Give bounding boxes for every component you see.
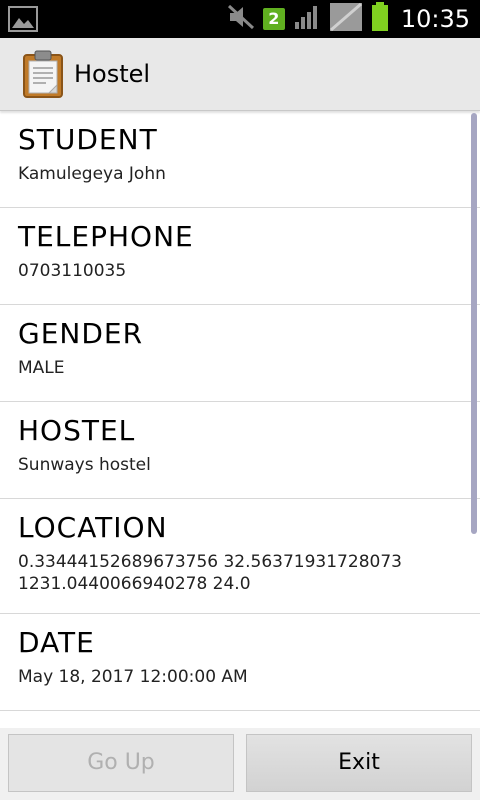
detail-list[interactable]: STUDENT Kamulegeya John TELEPHONE 070311…	[0, 111, 480, 728]
battery-icon	[371, 2, 389, 36]
field-value: 0.33444152689673756 32.56371931728073	[18, 552, 402, 572]
mute-icon	[227, 4, 255, 34]
clipboard-icon[interactable]	[22, 50, 64, 98]
list-item-gender[interactable]: GENDER MALE	[0, 305, 480, 402]
action-bar: Hostel	[0, 38, 480, 111]
app-title: Hostel	[74, 60, 151, 88]
list-item-partial[interactable]	[0, 711, 480, 728]
no-sim-icon	[329, 2, 363, 36]
list-item-student[interactable]: STUDENT Kamulegeya John	[0, 111, 480, 208]
field-value: Sunways hostel	[18, 455, 151, 475]
list-item-hostel[interactable]: HOSTEL Sunways hostel	[0, 402, 480, 499]
field-label: TELEPHONE	[18, 220, 194, 253]
signal-icon	[293, 4, 321, 34]
field-value: MALE	[18, 358, 65, 378]
field-label: DATE	[18, 626, 95, 659]
go-up-button[interactable]: Go Up	[8, 734, 234, 792]
field-label: HOSTEL	[18, 414, 136, 447]
clock: 10:35	[400, 5, 470, 33]
status-bar: 2 10:35	[0, 0, 480, 38]
field-label: GENDER	[18, 317, 144, 350]
image-notification-icon	[8, 6, 38, 32]
field-label: STUDENT	[18, 123, 158, 156]
field-value: Kamulegeya John	[18, 164, 166, 184]
field-value: 1231.0440066940278 24.0	[18, 574, 251, 594]
exit-button[interactable]: Exit	[246, 734, 472, 792]
field-label: LOCATION	[18, 511, 168, 544]
list-item-date[interactable]: DATE May 18, 2017 12:00:00 AM	[0, 614, 480, 711]
scrollbar[interactable]	[471, 113, 477, 534]
bottom-button-bar: Go Up Exit	[0, 728, 480, 800]
field-value: May 18, 2017 12:00:00 AM	[18, 667, 248, 687]
notification-count-badge: 2	[262, 8, 285, 30]
field-value: 0703110035	[18, 261, 127, 281]
list-item-location[interactable]: LOCATION 0.33444152689673756 32.56371931…	[0, 499, 480, 614]
list-item-telephone[interactable]: TELEPHONE 0703110035	[0, 208, 480, 305]
